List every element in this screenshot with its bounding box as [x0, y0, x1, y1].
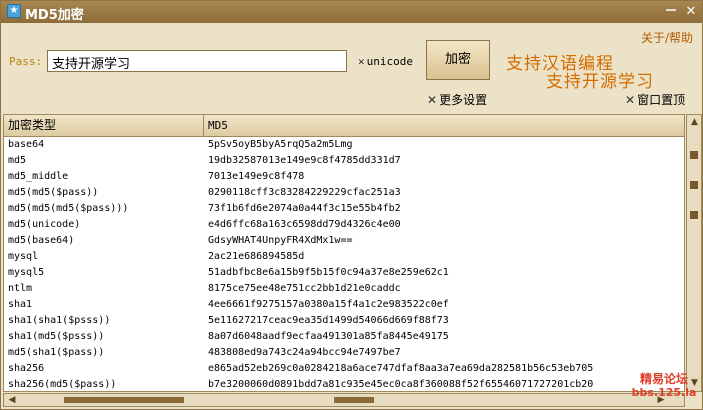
cell-hash: e865ad52eb269c0a0284218a6ace747dfaf8aa3a…: [208, 363, 594, 374]
cell-hash: b7e3200060d0891bdd7a81c935e45ec0ca8f3600…: [208, 379, 594, 390]
cell-type: base64: [8, 139, 45, 150]
cell-hash: GdsyWHAT4UnpyFR4XdMx1w==: [208, 235, 353, 246]
checkmark-icon: ✕: [427, 93, 438, 107]
scroll-left-icon[interactable]: ◀: [5, 394, 19, 406]
unicode-checkbox[interactable]: ✕ unicode: [358, 55, 413, 68]
table-row[interactable]: md5(md5(md5($pass))) 73f1b6fd6e2074a0a44f…: [4, 202, 684, 218]
title-bar: ★ MD5加密 － ✕: [1, 1, 702, 23]
cell-type: md5(unicode): [8, 219, 81, 230]
table-row[interactable]: md5(sha1($pass)) 483808ed9a743c24a94bcc94…: [4, 346, 684, 362]
cell-hash: 19db32587013e149e9c8f4785dd331d7: [208, 155, 401, 166]
pass-input[interactable]: 支持开源学习: [47, 50, 347, 72]
forum-watermark: 精易论坛 bbs.125.la: [629, 372, 699, 400]
cell-hash: 73f1b6fd6e2074a0a44f3c15e55b4fb2: [208, 203, 401, 214]
cell-hash: 8175ce75ee48e751cc2bb1d21e0caddc: [208, 283, 401, 294]
pass-label: Pass:: [9, 55, 43, 68]
cell-type: md5(sha1($pass)): [8, 347, 105, 358]
cell-type: md5(md5($pass)): [8, 187, 99, 198]
app-star-icon: ★: [7, 4, 21, 18]
scroll-thumb-grip[interactable]: [334, 397, 374, 403]
table-row[interactable]: md5(md5($pass)) 0290118cff3c83284229229cf…: [4, 186, 684, 202]
window-top-checkbox[interactable]: ✕ 窗口置顶: [625, 91, 685, 108]
table-row[interactable]: ntlm 8175ce75ee48e751cc2bb1d21e0caddc: [4, 282, 684, 298]
results-grid: 加密类型 MD5 base64 5pSv5oyB5byA5rqQ5a2m5Lmg m…: [3, 114, 685, 392]
promo-line-2: 支持开源学习: [546, 72, 654, 92]
scroll-thumb-notch: [690, 151, 698, 159]
cell-hash: 0290118cff3c83284229229cfac251a3: [208, 187, 401, 198]
checkmark-icon: ✕: [625, 93, 636, 107]
minimize-button[interactable]: －: [663, 4, 679, 20]
table-row[interactable]: sha256 e865ad52eb269c0a0284218a6ace747dfa…: [4, 362, 684, 378]
unicode-label: unicode: [366, 55, 413, 68]
scroll-thumb-notch: [690, 211, 698, 219]
table-row[interactable]: md5(unicode) e4d6ffc68a163c6598dd79d4326c…: [4, 218, 684, 234]
cell-type: sha256(md5($pass)): [8, 379, 117, 390]
table-row[interactable]: md5(base64) GdsyWHAT4UnpyFR4XdMx1w==: [4, 234, 684, 250]
grid-header: 加密类型 MD5: [4, 115, 684, 137]
scroll-up-icon[interactable]: ▲: [688, 116, 701, 128]
cell-type: md5_middle: [8, 171, 69, 182]
column-header-type[interactable]: 加密类型: [4, 115, 204, 136]
column-header-md5[interactable]: MD5: [204, 115, 684, 136]
cell-type: md5: [8, 155, 27, 166]
cell-hash: 4ee6661f9275157a0380a15f4a1c2e983522c0ef: [208, 299, 449, 310]
table-row[interactable]: mysql5 51adbfbc8e6a15b9f5b15f0c94a37e8e25…: [4, 266, 684, 282]
watermark-url: bbs.125.la: [631, 386, 697, 399]
scroll-thumb-notch: [690, 181, 698, 189]
cell-hash: 51adbfbc8e6a15b9f5b15f0c94a37e8e259e62c1: [208, 267, 449, 278]
grid-rows: base64 5pSv5oyB5byA5rqQ5a2m5Lmg md5 19db325…: [4, 138, 684, 391]
cell-type: sha1(sha1($psss)): [8, 315, 111, 326]
cell-hash: 7013e149e9c8f478: [208, 171, 305, 182]
watermark-title: 精易论坛: [639, 372, 688, 386]
table-row[interactable]: md5_middle 7013e149e9c8f478: [4, 170, 684, 186]
about-help-link[interactable]: 关于/帮助: [641, 29, 693, 46]
scroll-thumb[interactable]: [64, 397, 184, 403]
checkmark-icon: ✕: [358, 55, 365, 68]
encrypt-button[interactable]: 加密: [426, 40, 490, 80]
close-button[interactable]: ✕: [683, 4, 699, 20]
cell-type: md5(md5(md5($pass))): [8, 203, 129, 214]
vertical-scrollbar[interactable]: ▲ ▼: [686, 114, 702, 392]
cell-type: sha1(md5($psss)): [8, 331, 105, 342]
horizontal-scrollbar[interactable]: ◀ ▶: [3, 393, 685, 407]
table-row[interactable]: sha256(md5($pass)) b7e3200060d0891bdd7a81…: [4, 378, 684, 391]
cell-type: sha256: [8, 363, 45, 374]
table-row[interactable]: sha1(md5($psss)) 8a07d6048aadf9ecfaa49130…: [4, 330, 684, 346]
cell-hash: 2ac21e686894585d: [208, 251, 305, 262]
more-settings-label: 更多设置: [439, 93, 488, 107]
table-row[interactable]: base64 5pSv5oyB5byA5rqQ5a2m5Lmg: [4, 138, 684, 154]
cell-hash: 5pSv5oyB5byA5rqQ5a2m5Lmg: [208, 139, 353, 150]
cell-type: mysql5: [8, 267, 45, 278]
cell-type: ntlm: [8, 283, 33, 294]
cell-type: mysql: [8, 251, 39, 262]
cell-hash: e4d6ffc68a163c6598dd79d4326c4e00: [208, 219, 401, 230]
table-row[interactable]: mysql 2ac21e686894585d: [4, 250, 684, 266]
window-title: MD5加密: [25, 8, 84, 23]
cell-type: sha1: [8, 299, 33, 310]
table-row[interactable]: sha1 4ee6661f9275157a0380a15f4a1c2e983522…: [4, 298, 684, 314]
more-settings-checkbox[interactable]: ✕ 更多设置: [427, 91, 487, 108]
cell-hash: 483808ed9a743c24a94bcc94e7497be7: [208, 347, 401, 358]
window-top-label: 窗口置顶: [637, 93, 686, 107]
cell-hash: 8a07d6048aadf9ecfaa491301a85fa8445e49175: [208, 331, 449, 342]
table-row[interactable]: md5 19db32587013e149e9c8f4785dd331d7: [4, 154, 684, 170]
cell-hash: 5e11627217ceac9ea35d1499d54066d669f88f73: [208, 315, 449, 326]
cell-type: md5(base64): [8, 235, 75, 246]
app-window: ★ MD5加密 － ✕ 关于/帮助 Pass: 支持开源学习 ✕ unicode …: [0, 0, 703, 410]
table-row[interactable]: sha1(sha1($psss)) 5e11627217ceac9ea35d149…: [4, 314, 684, 330]
